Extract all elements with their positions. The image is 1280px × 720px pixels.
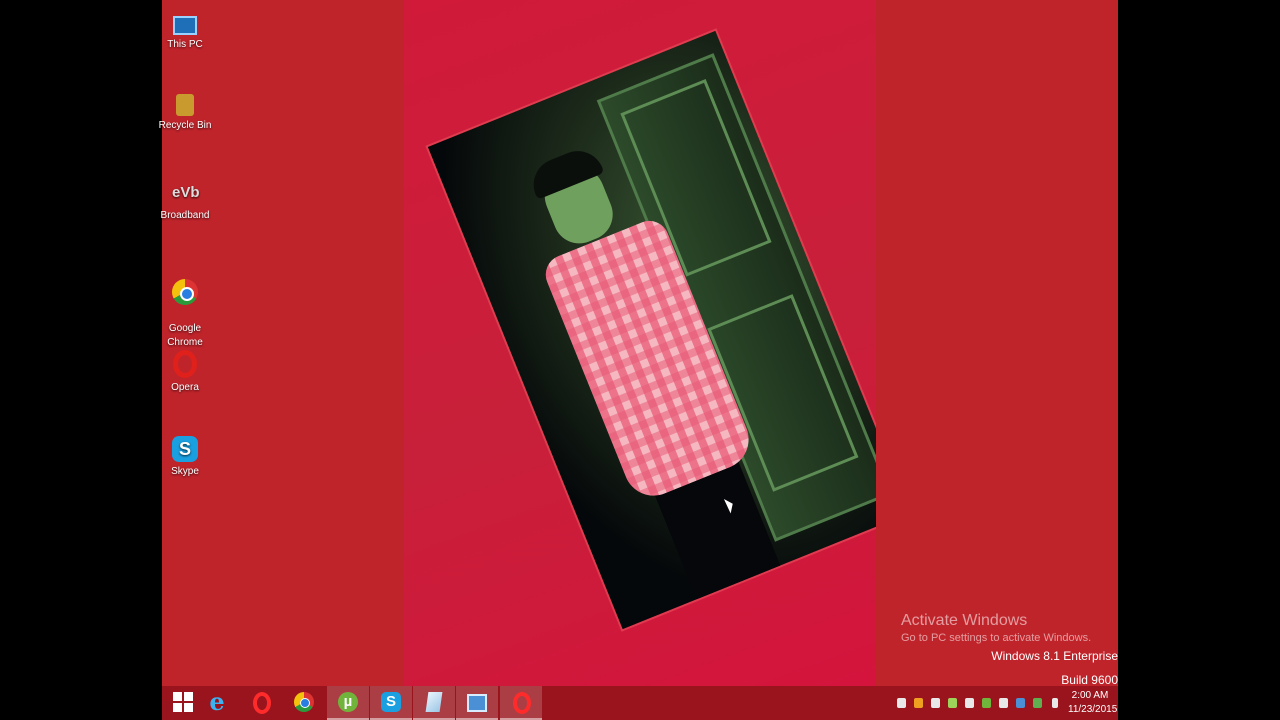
chrome-icon — [294, 692, 314, 712]
network-icon — [467, 694, 487, 712]
wallpaper-photo — [427, 30, 876, 630]
wallpaper-image — [404, 0, 876, 686]
desktop-icon-recycle-bin[interactable]: Recycle Bin — [155, 94, 215, 133]
desktop-icon-label: Google Chrome — [167, 323, 203, 348]
desktop-icon-label: Broadband — [160, 210, 210, 221]
desktop-icon-skype[interactable]: S Skype — [155, 436, 215, 479]
taskbar-skype[interactable]: S — [370, 686, 412, 720]
clock-date: 11/23/2015 — [1068, 704, 1118, 715]
clock-time: 2:00 AM — [1071, 690, 1109, 701]
taskbar-clock[interactable]: 2:00 AM 11/23/2015 — [1068, 689, 1118, 717]
desktop-icon-label: Opera — [171, 382, 199, 393]
desktop-icon-label: Recycle Bin — [158, 120, 212, 131]
desktop-icon-opera[interactable]: Opera — [155, 350, 215, 395]
document-icon — [425, 692, 443, 712]
taskbar-network[interactable] — [456, 686, 498, 720]
taskbar-utorrent[interactable]: µ — [327, 686, 369, 720]
activation-subtitle: Go to PC settings to activate Windows. — [901, 632, 1092, 644]
taskbar-document[interactable] — [413, 686, 455, 720]
activation-watermark: Activate Windows Go to PC settings to ac… — [901, 612, 1091, 644]
desktop-icon-broadband[interactable]: eVb Broadband — [155, 180, 215, 223]
tray-icon[interactable] — [897, 698, 906, 708]
opera-icon — [513, 692, 531, 714]
taskbar-internet-explorer[interactable]: e — [196, 686, 238, 720]
network-signal-icon[interactable] — [999, 698, 1008, 708]
tray-icon[interactable] — [982, 698, 991, 708]
tray-icon[interactable] — [914, 698, 923, 708]
edition-name: Windows 8.1 Enterprise — [991, 649, 1118, 663]
taskbar: e µ S — [162, 686, 1118, 720]
internet-explorer-icon: e — [209, 687, 225, 716]
tray-icon[interactable] — [1033, 698, 1042, 708]
windows-logo-icon — [173, 692, 193, 712]
opera-icon — [253, 692, 271, 714]
tray-icon[interactable] — [948, 698, 957, 708]
desktop-icon-this-pc[interactable]: This PC — [155, 10, 215, 52]
skype-icon: S — [381, 692, 401, 712]
desktop-icon-label: This PC — [167, 39, 203, 50]
tray-icon[interactable] — [931, 698, 940, 708]
taskbar-opera-active[interactable] — [500, 686, 542, 720]
computer-icon — [173, 16, 197, 35]
edition-info: Windows 8.1 Enterprise Build 9600 — [991, 644, 1118, 692]
skype-icon: S — [172, 436, 198, 462]
volume-icon[interactable] — [965, 698, 974, 708]
activation-title: Activate Windows — [901, 612, 1028, 629]
taskbar-opera[interactable] — [240, 686, 282, 720]
opera-icon — [173, 350, 197, 378]
chrome-icon — [172, 279, 198, 305]
tray-icon[interactable] — [1016, 698, 1025, 708]
utorrent-icon: µ — [338, 692, 358, 712]
desktop-icon-label: Skype — [171, 466, 199, 477]
recycle-bin-icon — [176, 94, 194, 116]
broadband-icon: eVb — [172, 184, 200, 201]
battery-icon[interactable] — [1052, 698, 1058, 708]
taskbar-chrome[interactable] — [283, 686, 325, 720]
